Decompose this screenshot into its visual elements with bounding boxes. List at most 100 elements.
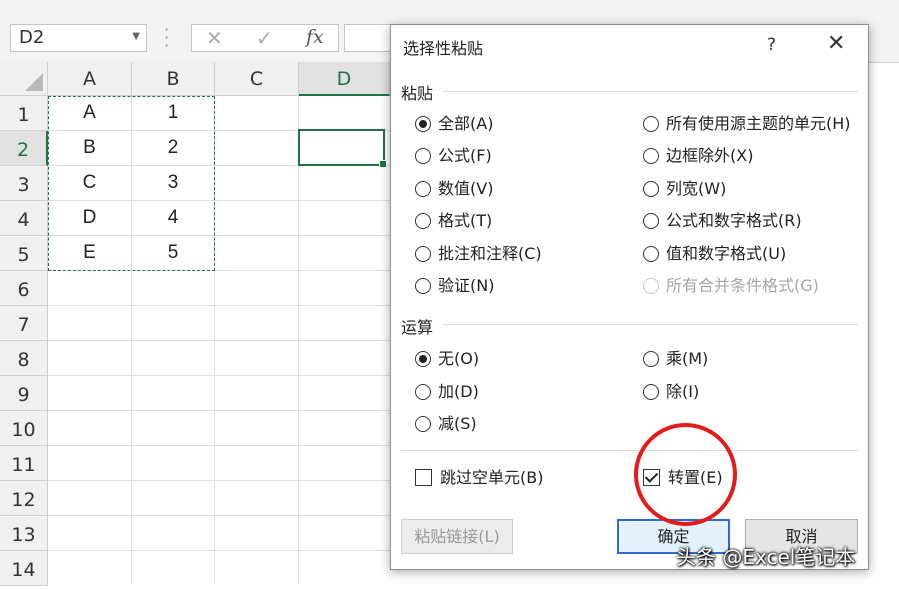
row-header-7[interactable]: 7 <box>0 306 48 341</box>
operation-section-divider <box>443 324 859 325</box>
checkbox-icon <box>415 469 432 486</box>
formula-buttons: ✕ ✓ fx <box>191 24 339 52</box>
fill-handle[interactable] <box>379 160 387 168</box>
checkbox-label: 跳过空单元(B) <box>440 468 544 487</box>
radio-icon <box>415 148 431 164</box>
radio-icon <box>643 148 659 164</box>
radio-icon <box>415 278 431 294</box>
name-box[interactable]: D2 ▼ <box>10 24 147 52</box>
radio-selected-icon <box>415 351 431 367</box>
check-icon[interactable]: ✓ <box>256 26 273 50</box>
row-header-1[interactable]: 1 <box>0 96 48 131</box>
option-label: 验证(N) <box>438 276 495 295</box>
column-header-d[interactable]: D <box>299 62 390 96</box>
watermark: 头条 @Excel笔记本 <box>676 545 856 569</box>
checkbox-skip-blanks[interactable]: 跳过空单元(B) <box>415 467 543 489</box>
operation-section-label: 运算 <box>401 318 434 337</box>
cell-a4[interactable]: D <box>48 201 132 236</box>
cell-a5[interactable]: E <box>48 236 132 271</box>
radio-paste-column-widths[interactable]: 列宽(W) <box>643 178 726 200</box>
radio-icon <box>643 351 659 367</box>
cell-a2[interactable]: B <box>48 131 132 166</box>
paste-link-button: 粘贴链接(L) <box>401 519 513 554</box>
row-header-9[interactable]: 9 <box>0 376 48 411</box>
radio-paste-values-numbers[interactable]: 值和数字格式(U) <box>643 243 786 265</box>
cell-a3[interactable]: C <box>48 166 132 201</box>
radio-paste-comments[interactable]: 批注和注释(C) <box>415 243 542 265</box>
radio-paste-source-theme[interactable]: 所有使用源主题的单元(H) <box>643 113 851 135</box>
row-header-11[interactable]: 11 <box>0 446 48 481</box>
radio-icon <box>643 246 659 262</box>
grid-empty-area[interactable] <box>48 271 390 584</box>
cell-b4[interactable]: 4 <box>132 201 215 236</box>
row-header-10[interactable]: 10 <box>0 411 48 446</box>
close-icon[interactable]: ✕ <box>827 31 845 56</box>
help-icon[interactable]: ? <box>767 35 776 55</box>
option-label: 列宽(W) <box>666 179 727 198</box>
cell-b3[interactable]: 3 <box>132 166 215 201</box>
radio-paste-formulas-numbers[interactable]: 公式和数字格式(R) <box>643 210 802 232</box>
radio-paste-values[interactable]: 数值(V) <box>415 178 493 200</box>
select-all-corner[interactable] <box>0 62 48 96</box>
chevron-down-icon[interactable]: ▼ <box>132 31 140 42</box>
option-label: 格式(T) <box>438 211 493 230</box>
radio-icon <box>415 213 431 229</box>
radio-operation-divide[interactable]: 除(I) <box>643 381 699 403</box>
row-header-8[interactable]: 8 <box>0 341 48 376</box>
radio-icon <box>415 416 431 432</box>
paste-section-divider <box>443 91 859 92</box>
radio-selected-icon <box>415 116 431 132</box>
radio-paste-all[interactable]: 全部(A) <box>415 113 493 135</box>
row-header-4[interactable]: 4 <box>0 201 48 236</box>
select-all-triangle-icon <box>25 73 43 91</box>
cancel-icon[interactable]: ✕ <box>206 26 223 50</box>
option-label: 所有使用源主题的单元(H) <box>666 114 851 133</box>
row-header-5[interactable]: 5 <box>0 236 48 271</box>
option-label: 批注和注释(C) <box>438 244 542 263</box>
radio-paste-formulas[interactable]: 公式(F) <box>415 145 492 167</box>
cell-a1[interactable]: A <box>48 96 132 131</box>
checkbox-transpose[interactable]: 转置(E) <box>643 467 723 489</box>
radio-icon <box>643 384 659 400</box>
row-header-6[interactable]: 6 <box>0 271 48 306</box>
row-header-14[interactable]: 14 <box>0 551 48 586</box>
cell-b5[interactable]: 5 <box>132 236 215 271</box>
paste-section-label: 粘贴 <box>401 84 434 103</box>
drag-handle-icon[interactable]: · · · <box>164 22 169 54</box>
paste-special-dialog: 选择性粘贴 ? ✕ 粘贴 全部(A) 公式(F) 数值(V) 格式(T) 批注和… <box>390 24 869 570</box>
row-header-2[interactable]: 2 <box>0 131 48 166</box>
radio-icon <box>643 278 659 294</box>
radio-icon <box>643 181 659 197</box>
insert-function-icon[interactable]: fx <box>306 26 324 48</box>
options-divider <box>401 450 859 451</box>
checkbox-checked-icon <box>643 469 660 486</box>
radio-icon <box>643 213 659 229</box>
column-header-a[interactable]: A <box>48 62 132 96</box>
row-header-13[interactable]: 13 <box>0 516 48 551</box>
option-label: 减(S) <box>438 414 477 433</box>
option-label: 乘(M) <box>666 349 709 368</box>
cell-b2[interactable]: 2 <box>132 131 215 166</box>
name-box-value: D2 <box>19 27 45 48</box>
radio-paste-validation[interactable]: 验证(N) <box>415 275 494 297</box>
active-cell-d2[interactable] <box>298 129 387 168</box>
column-header-b[interactable]: B <box>132 62 215 96</box>
radio-paste-formats[interactable]: 格式(T) <box>415 210 492 232</box>
cell-b1[interactable]: 1 <box>132 96 215 131</box>
row-header-12[interactable]: 12 <box>0 481 48 516</box>
option-label: 公式和数字格式(R) <box>666 211 802 230</box>
radio-operation-subtract[interactable]: 减(S) <box>415 413 477 435</box>
option-label: 除(I) <box>666 382 700 401</box>
dialog-title: 选择性粘贴 <box>403 39 484 58</box>
column-header-c[interactable]: C <box>215 62 299 96</box>
radio-paste-except-borders[interactable]: 边框除外(X) <box>643 145 753 167</box>
radio-operation-add[interactable]: 加(D) <box>415 381 479 403</box>
row-header-3[interactable]: 3 <box>0 166 48 201</box>
grid-column-c-upper[interactable] <box>215 96 390 271</box>
radio-operation-multiply[interactable]: 乘(M) <box>643 348 708 370</box>
radio-icon <box>415 246 431 262</box>
option-label: 所有合并条件格式(G) <box>666 276 819 295</box>
radio-operation-none[interactable]: 无(O) <box>415 348 479 370</box>
option-label: 边框除外(X) <box>666 146 754 165</box>
option-label: 无(O) <box>438 349 480 368</box>
